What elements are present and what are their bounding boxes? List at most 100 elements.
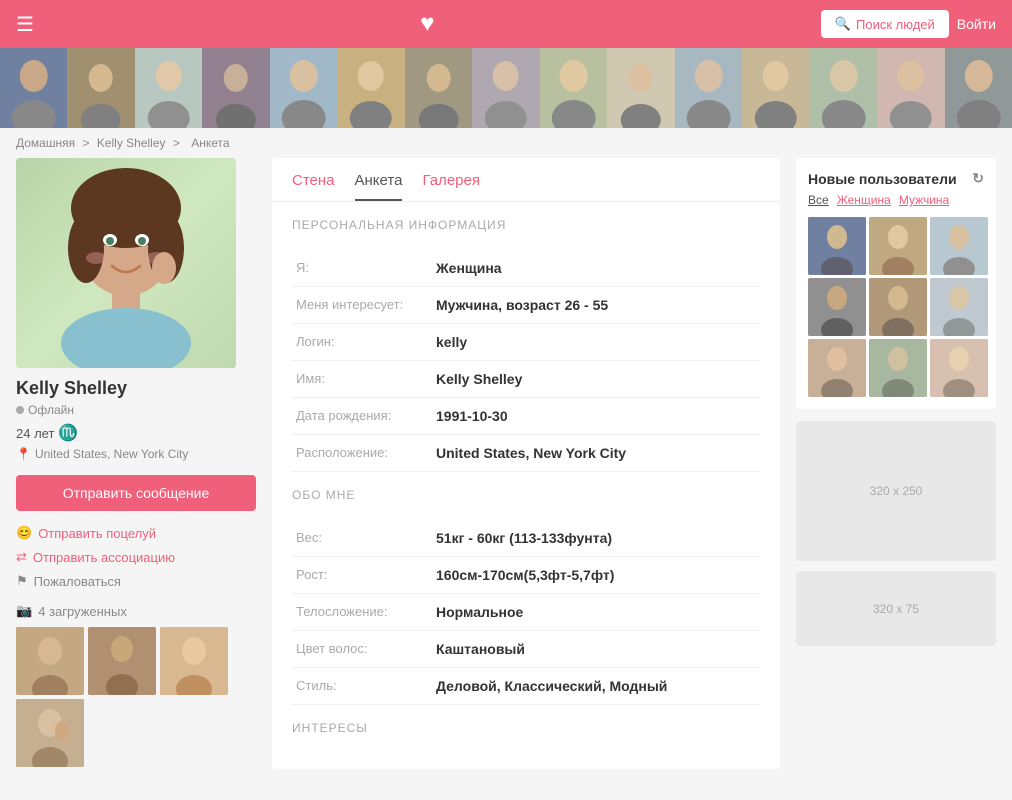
field-label: Меня интересует: — [292, 287, 432, 324]
field-value: 51кг - 60кг (113-133фунта) — [432, 520, 760, 557]
personal-info-title: ПЕРСОНАЛЬНАЯ ИНФОРМАЦИЯ — [292, 218, 760, 240]
strip-photo-13[interactable] — [810, 48, 877, 128]
new-user-thumb-7[interactable] — [808, 339, 866, 397]
new-user-thumb-1[interactable] — [808, 217, 866, 275]
profile-photo — [16, 158, 236, 368]
filter-all[interactable]: Все — [808, 193, 829, 207]
table-row: Рост:160см-170см(5,3фт-5,7фт) — [292, 557, 760, 594]
breadcrumb-current: Анкета — [191, 136, 229, 150]
new-user-thumb-2[interactable] — [869, 217, 927, 275]
strip-photo-15[interactable] — [945, 48, 1012, 128]
field-value: kelly — [432, 324, 760, 361]
status-line: Офлайн — [16, 403, 256, 417]
field-value: Женщина — [432, 250, 760, 287]
strip-photo-12[interactable] — [742, 48, 809, 128]
thumb-2[interactable] — [88, 627, 156, 695]
strip-photo-1[interactable] — [0, 48, 67, 128]
breadcrumb: Домашняя > Kelly Shelley > Анкета — [0, 128, 1012, 158]
association-icon: ⇄ — [16, 549, 27, 565]
table-row: Цвет волос:Каштановый — [292, 631, 760, 668]
new-user-thumb-8[interactable] — [869, 339, 927, 397]
breadcrumb-user[interactable]: Kelly Shelley — [97, 136, 166, 150]
strip-photo-4[interactable] — [202, 48, 269, 128]
strip-photo-7[interactable] — [405, 48, 472, 128]
interests-title: ИНТЕРЕСЫ — [292, 721, 760, 743]
field-label: Стиль: — [292, 668, 432, 705]
profile-tabs: Стена Анкета Галерея — [272, 158, 780, 202]
status-dot — [16, 406, 24, 414]
report-link[interactable]: ⚑ Пожаловаться — [16, 573, 256, 589]
thumb-1[interactable] — [16, 627, 84, 695]
field-value: Kelly Shelley — [432, 361, 760, 398]
field-label: Имя: — [292, 361, 432, 398]
strip-photo-9[interactable] — [540, 48, 607, 128]
strip-photo-10[interactable] — [607, 48, 674, 128]
filter-female[interactable]: Женщина — [837, 193, 891, 207]
filter-male[interactable]: Мужчина — [899, 193, 949, 207]
new-users-box: Новые пользователи ↻ Все Женщина Мужчина — [796, 158, 996, 409]
strip-photo-14[interactable] — [877, 48, 944, 128]
table-row: Меня интересует:Мужчина, возраст 26 - 55 — [292, 287, 760, 324]
login-button[interactable]: Войти — [957, 16, 996, 32]
thumb-4[interactable] — [16, 699, 84, 767]
new-users-grid — [808, 217, 984, 397]
left-sidebar: Kelly Shelley Офлайн 24 лет ♏ 📍 United S… — [16, 158, 256, 769]
field-label: Рост: — [292, 557, 432, 594]
table-row: Стиль:Деловой, Классический, Модный — [292, 668, 760, 705]
table-row: Логин:kelly — [292, 324, 760, 361]
send-message-button[interactable]: Отправить сообщение — [16, 475, 256, 511]
center-panel: Стена Анкета Галерея ПЕРСОНАЛЬНАЯ ИНФОРМ… — [272, 158, 780, 769]
new-user-thumb-4[interactable] — [808, 278, 866, 336]
field-value: Мужчина, возраст 26 - 55 — [432, 287, 760, 324]
about-me-table: Вес:51кг - 60кг (113-133фунта)Рост:160см… — [292, 520, 760, 705]
table-row: Телосложение:Нормальное — [292, 594, 760, 631]
age-line: 24 лет ♏ — [16, 423, 256, 443]
tab-gallery[interactable]: Галерея — [422, 172, 480, 201]
table-row: Дата рождения:1991-10-30 — [292, 398, 760, 435]
action-links: 😊 Отправить поцелуй ⇄ Отправить ассоциац… — [16, 525, 256, 589]
strip-photo-3[interactable] — [135, 48, 202, 128]
about-me-title: ОБО МНЕ — [292, 488, 760, 510]
send-association-link[interactable]: ⇄ Отправить ассоциацию — [16, 549, 256, 565]
camera-icon: 📷 — [16, 603, 32, 619]
strip-photo-11[interactable] — [675, 48, 742, 128]
field-value: Нормальное — [432, 594, 760, 631]
personal-info-section: ПЕРСОНАЛЬНАЯ ИНФОРМАЦИЯ Я:ЖенщинаМеня ин… — [272, 202, 780, 488]
new-user-thumb-9[interactable] — [930, 339, 988, 397]
about-me-section: ОБО МНЕ Вес:51кг - 60кг (113-133фунта)Ро… — [272, 488, 780, 721]
menu-icon[interactable]: ☰ — [16, 12, 34, 37]
table-row: Я:Женщина — [292, 250, 760, 287]
table-row: Расположение:United States, New York Cit… — [292, 435, 760, 472]
flag-icon: ⚑ — [16, 573, 28, 589]
search-people-button[interactable]: 🔍 Поиск людей — [821, 10, 949, 38]
refresh-icon[interactable]: ↻ — [972, 170, 984, 187]
heart-icon: ♥ — [420, 10, 434, 38]
strip-photo-2[interactable] — [67, 48, 134, 128]
ad-box-small: 320 x 75 — [796, 571, 996, 646]
personal-info-table: Я:ЖенщинаМеня интересует:Мужчина, возрас… — [292, 250, 760, 472]
interests-section: ИНТЕРЕСЫ — [272, 721, 780, 769]
profile-name: Kelly Shelley — [16, 378, 256, 399]
table-row: Вес:51кг - 60кг (113-133фунта) — [292, 520, 760, 557]
photo-strip — [0, 48, 1012, 128]
new-user-thumb-5[interactable] — [869, 278, 927, 336]
field-label: Расположение: — [292, 435, 432, 472]
strip-photo-8[interactable] — [472, 48, 539, 128]
send-kiss-link[interactable]: 😊 Отправить поцелуй — [16, 525, 256, 541]
location-pin-icon: 📍 — [16, 447, 31, 461]
field-value: United States, New York City — [432, 435, 760, 472]
location-text: United States, New York City — [35, 447, 188, 461]
field-value: Каштановый — [432, 631, 760, 668]
new-user-thumb-3[interactable] — [930, 217, 988, 275]
new-user-thumb-6[interactable] — [930, 278, 988, 336]
filter-links: Все Женщина Мужчина — [808, 193, 984, 207]
tab-profile[interactable]: Анкета — [355, 172, 403, 201]
header-actions: 🔍 Поиск людей Войти — [821, 10, 996, 38]
breadcrumb-home[interactable]: Домашняя — [16, 136, 75, 150]
search-icon: 🔍 — [835, 16, 851, 32]
strip-photo-6[interactable] — [337, 48, 404, 128]
field-value: 160см-170см(5,3фт-5,7фт) — [432, 557, 760, 594]
strip-photo-5[interactable] — [270, 48, 337, 128]
tab-wall[interactable]: Стена — [292, 172, 335, 201]
thumb-3[interactable] — [160, 627, 228, 695]
